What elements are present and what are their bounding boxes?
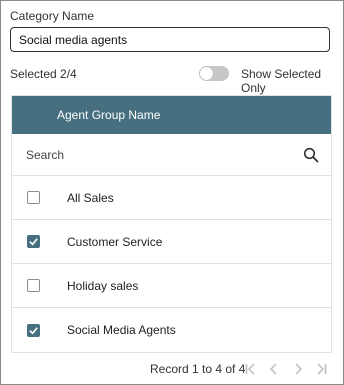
selected-count: Selected 2/4 (10, 67, 77, 81)
row-name: Social Media Agents (67, 323, 176, 337)
category-name-input[interactable] (10, 27, 330, 52)
row-name: Customer Service (67, 234, 163, 249)
record-count: Record 1 to 4 of 4 (150, 362, 246, 376)
agent-group-dialog: Category Name Selected 2/4 Show Selected… (0, 0, 344, 385)
header-agent-group-name: Agent Group Name (57, 108, 161, 122)
agent-group-table: Agent Group Name All Sales Customer Serv… (11, 95, 332, 353)
search-row (12, 134, 331, 176)
toggle-knob (200, 67, 213, 80)
row-checkbox[interactable] (27, 191, 40, 204)
search-icon[interactable] (303, 147, 319, 163)
table-header: Agent Group Name (12, 96, 331, 134)
row-checkbox[interactable] (27, 235, 40, 248)
next-page-icon[interactable] (291, 362, 305, 376)
row-name: Holiday sales (67, 278, 139, 293)
last-page-icon[interactable] (314, 362, 328, 376)
table-row[interactable]: Holiday sales (12, 264, 331, 308)
table-row[interactable]: Social Media Agents (12, 308, 331, 352)
table-row[interactable]: Customer Service (12, 220, 331, 264)
table-row[interactable]: All Sales (12, 176, 331, 220)
show-selected-label: Show Selected Only (241, 67, 322, 95)
row-checkbox[interactable] (27, 323, 40, 337)
first-page-icon[interactable] (244, 362, 258, 376)
category-name-label: Category Name (10, 9, 95, 23)
show-selected-toggle[interactable] (199, 66, 229, 81)
pagination-footer: Record 1 to 4 of 4 (1, 360, 343, 378)
row-checkbox[interactable] (27, 279, 40, 292)
previous-page-icon[interactable] (267, 362, 281, 376)
row-name: All Sales (67, 190, 114, 205)
search-input[interactable] (24, 146, 268, 163)
